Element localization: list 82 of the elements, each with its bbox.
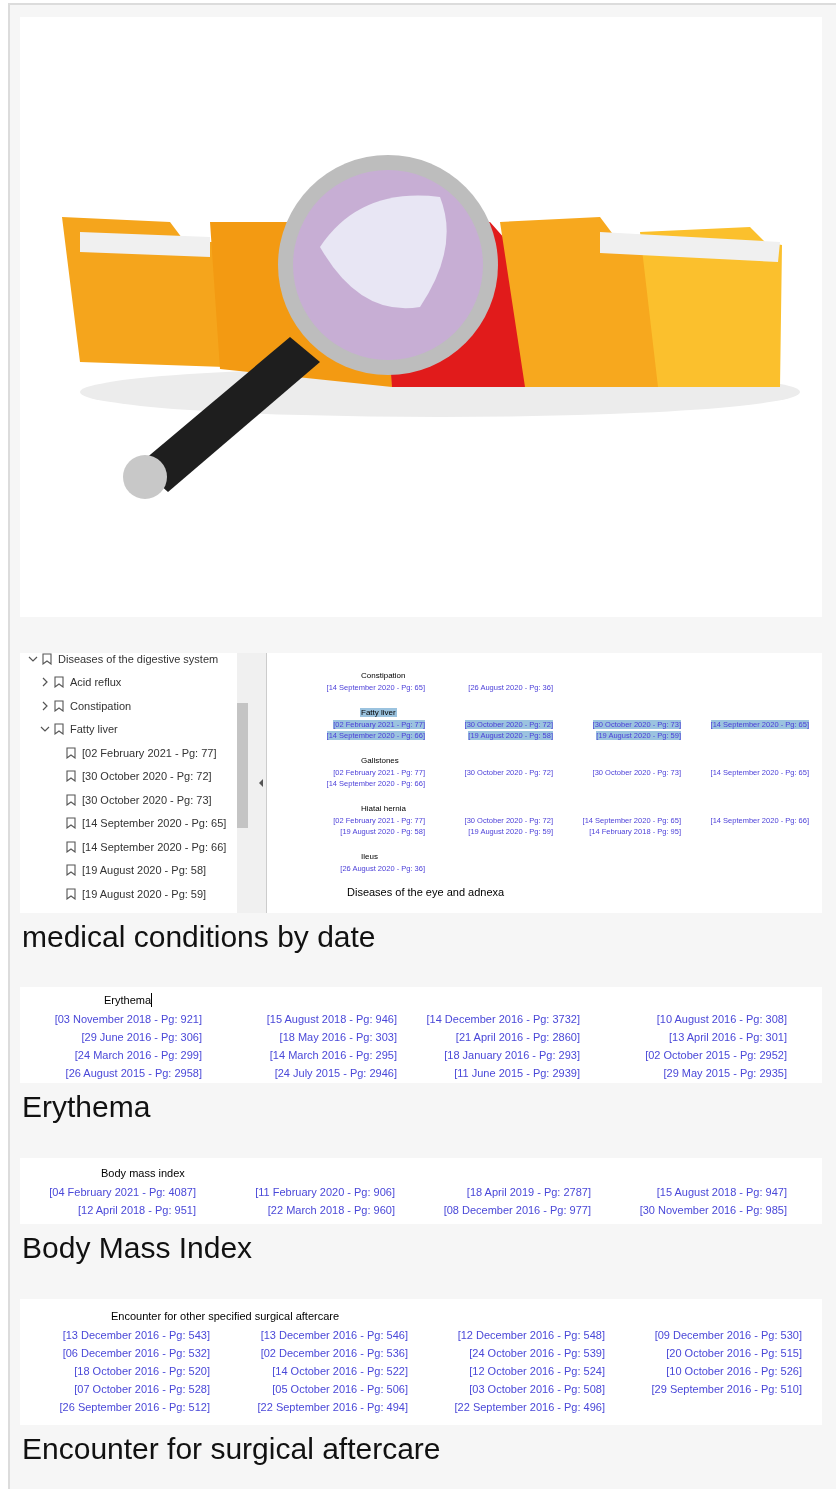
group-title: Ileus xyxy=(360,851,379,861)
date-link[interactable]: [18 January 2016 - Pg: 293] xyxy=(444,1049,580,1061)
index-heading: Body mass index xyxy=(101,1165,185,1181)
tree-item[interactable]: [02 February 2021 - Pg: 77] xyxy=(82,744,217,761)
bookmark-icon xyxy=(54,676,64,689)
tree-item[interactable]: Diseases of the digestive system xyxy=(58,653,219,667)
tree-item[interactable]: Acid reflux xyxy=(70,674,122,691)
date-link[interactable]: [20 October 2016 - Pg: 515] xyxy=(666,1347,802,1359)
scrollbar-thumb[interactable] xyxy=(237,703,248,828)
date-link[interactable]: [07 October 2016 - Pg: 528] xyxy=(74,1383,210,1395)
date-link[interactable]: [02 October 2015 - Pg: 2952] xyxy=(645,1049,787,1061)
tree-item[interactable]: [30 October 2020 - Pg: 73] xyxy=(82,791,212,808)
group-title: Constipation xyxy=(360,671,407,680)
date-link[interactable]: [03 October 2016 - Pg: 508] xyxy=(469,1383,605,1395)
collapse-panel-icon[interactable] xyxy=(259,779,263,787)
bookmark-icon xyxy=(66,793,76,806)
bookmark-icon xyxy=(66,864,76,877)
date-link[interactable]: [12 October 2016 - Pg: 524] xyxy=(469,1365,605,1377)
date-link[interactable]: [14 December 2016 - Pg: 3732] xyxy=(426,1013,580,1025)
date-link[interactable]: [14 March 2016 - Pg: 295] xyxy=(269,1049,397,1061)
date-link[interactable]: [24 March 2016 - Pg: 299] xyxy=(74,1049,202,1061)
date-link[interactable]: [30 November 2016 - Pg: 985] xyxy=(639,1204,787,1216)
date-link[interactable]: [15 August 2018 - Pg: 947] xyxy=(656,1186,787,1198)
bookmark-icon xyxy=(66,746,76,759)
date-link[interactable]: [10 August 2016 - Pg: 308] xyxy=(656,1013,787,1025)
date-link[interactable]: [04 February 2021 - Pg: 4087] xyxy=(49,1186,196,1198)
date-link[interactable]: [14 October 2016 - Pg: 522] xyxy=(272,1365,408,1377)
date-link[interactable]: [11 February 2020 - Pg: 906] xyxy=(255,1186,395,1198)
caption: Body Mass Index xyxy=(21,1230,254,1266)
date-link[interactable]: [29 September 2016 - Pg: 510] xyxy=(651,1383,802,1395)
date-link[interactable]: [18 October 2016 - Pg: 520] xyxy=(74,1365,210,1377)
date-link[interactable]: [13 December 2016 - Pg: 546] xyxy=(260,1329,408,1341)
bookmark-icon xyxy=(66,840,76,853)
chevron-right-icon[interactable] xyxy=(40,700,50,711)
bookmark-icon xyxy=(66,770,76,783)
date-link[interactable]: [13 December 2016 - Pg: 543] xyxy=(62,1329,210,1341)
date-link[interactable]: [29 June 2016 - Pg: 306] xyxy=(81,1031,202,1043)
date-link[interactable]: [02 December 2016 - Pg: 536] xyxy=(260,1347,408,1359)
date-link[interactable]: [11 June 2015 - Pg: 2939] xyxy=(454,1067,580,1079)
section-heading: Diseases of the eye and adnexa xyxy=(346,885,506,900)
tree-item[interactable]: [14 September 2020 - Pg: 65] xyxy=(82,815,227,832)
bookmark-icon xyxy=(54,699,64,712)
tree-item[interactable]: [14 September 2020 - Pg: 66] xyxy=(82,838,227,855)
tree-item[interactable]: Constipation xyxy=(70,697,132,714)
date-link[interactable]: [24 October 2016 - Pg: 539] xyxy=(469,1347,605,1359)
bookmark-icon xyxy=(54,723,64,736)
caption: Encounter for surgical aftercare xyxy=(21,1431,442,1467)
tree-item[interactable]: [19 August 2020 - Pg: 58] xyxy=(82,862,207,879)
date-link[interactable]: [29 May 2015 - Pg: 2935] xyxy=(663,1067,787,1079)
tree-item[interactable]: [30 October 2020 - Pg: 72] xyxy=(82,768,212,785)
group-title: Hiatal hernia xyxy=(360,803,407,813)
date-link[interactable]: [26 August 2015 - Pg: 2958] xyxy=(65,1067,202,1079)
tree-item[interactable]: [19 August 2020 - Pg: 59] xyxy=(82,885,207,902)
date-link[interactable]: [26 September 2016 - Pg: 512] xyxy=(59,1401,210,1413)
date-link[interactable]: [24 July 2015 - Pg: 2946] xyxy=(274,1067,397,1079)
date-link[interactable]: [15 August 2018 - Pg: 946] xyxy=(266,1013,397,1025)
tree-item[interactable]: Fatty liver xyxy=(70,721,118,738)
date-link[interactable]: [10 October 2016 - Pg: 526] xyxy=(666,1365,802,1377)
date-link[interactable]: [08 December 2016 - Pg: 977] xyxy=(443,1204,591,1216)
date-link[interactable]: [12 December 2016 - Pg: 548] xyxy=(457,1329,605,1341)
bookmark-icon xyxy=(66,817,76,830)
date-link[interactable]: [09 December 2016 - Pg: 530] xyxy=(654,1329,802,1341)
date-link[interactable]: [22 March 2018 - Pg: 960] xyxy=(267,1204,395,1216)
date-link[interactable]: [13 April 2016 - Pg: 301] xyxy=(668,1031,787,1043)
date-link[interactable]: [18 April 2019 - Pg: 2787] xyxy=(466,1186,591,1198)
date-link[interactable]: [18 May 2016 - Pg: 303] xyxy=(279,1031,397,1043)
bookmark-icon xyxy=(66,887,76,900)
date-link[interactable]: [12 April 2018 - Pg: 951] xyxy=(77,1204,196,1216)
date-link[interactable]: [21 April 2016 - Pg: 2860] xyxy=(455,1031,580,1043)
caption: Erythema xyxy=(21,1089,152,1125)
date-link[interactable]: [06 December 2016 - Pg: 532] xyxy=(62,1347,210,1359)
chevron-right-icon[interactable] xyxy=(40,677,50,688)
group-title: Fatty liver xyxy=(360,707,397,717)
date-link[interactable]: [03 November 2018 - Pg: 921] xyxy=(54,1013,202,1025)
index-heading: Erythema xyxy=(104,992,152,1008)
index-heading: Encounter for other specified surgical aftercare xyxy=(111,1308,340,1324)
date-link[interactable]: [05 October 2016 - Pg: 506] xyxy=(272,1383,408,1395)
date-link[interactable]: [22 September 2016 - Pg: 494] xyxy=(257,1401,408,1413)
date-link[interactable]: [22 September 2016 - Pg: 496] xyxy=(454,1401,605,1413)
caption: medical conditions by date xyxy=(21,919,377,955)
bookmark-icon xyxy=(42,653,52,665)
group-title: Gallstones xyxy=(360,755,400,765)
